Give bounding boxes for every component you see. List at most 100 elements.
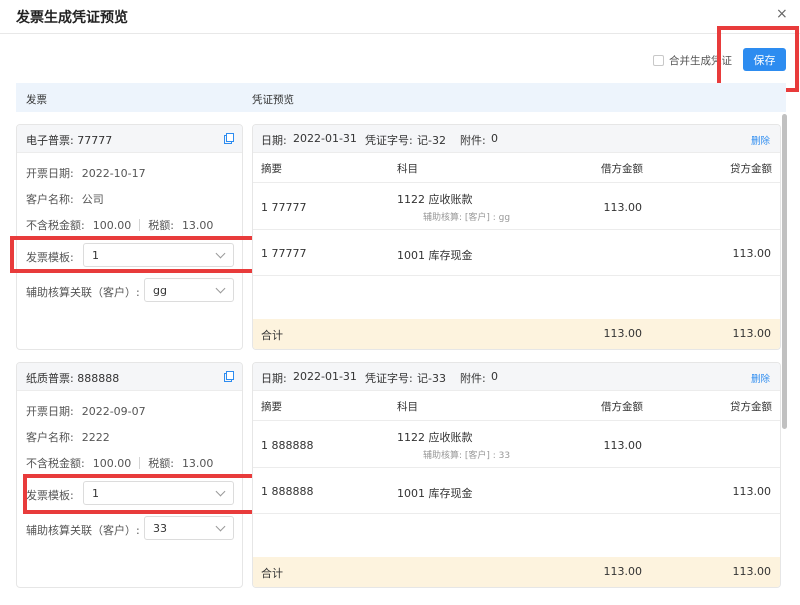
entry-subject: 1122 应收账款: [397, 193, 473, 206]
invoice-title: 纸质普票: 888888: [26, 372, 120, 385]
total-label: 合计: [261, 567, 283, 580]
entry-summary: 1 888888: [261, 439, 314, 452]
date-value: 2022-01-31: [293, 132, 357, 145]
tax-label: 税额:: [148, 457, 174, 470]
total-credit: 113.00: [732, 327, 772, 340]
entry-credit: 113.00: [732, 247, 772, 260]
divider: [253, 420, 780, 421]
scrollbar[interactable]: [782, 114, 787, 429]
copy-icon[interactable]: [224, 133, 234, 144]
voucher-preview-dialog: 发票生成凭证预览 × 合并生成凭证 保存 发票 凭证预览 电子普票: 77777…: [0, 0, 800, 605]
aux-link-select[interactable]: 33: [144, 516, 234, 540]
checkbox-icon[interactable]: [653, 55, 664, 66]
voucher-no-value: 记-33: [417, 372, 446, 385]
debit-header: 借方金额: [601, 163, 643, 175]
tax-value: 13.00: [181, 218, 214, 232]
issue-date-row: 开票日期: 2022-10-17: [26, 165, 146, 181]
entry-subject: 1122 应收账款: [397, 431, 473, 444]
summary-header: 摘要: [261, 401, 282, 413]
entry-debit: 113.00: [603, 439, 643, 452]
attachments-value: 0: [491, 370, 498, 383]
debit-header: 借方金额: [601, 401, 643, 413]
delete-link[interactable]: 删除: [751, 371, 770, 385]
summary-header: 摘要: [261, 163, 282, 175]
invoice-title: 电子普票: 77777: [26, 134, 113, 147]
divider: [253, 275, 780, 276]
voucher-header: 日期: 2022-01-31 凭证字号: 记-33 附件: 0 删除: [253, 363, 780, 391]
entry-credit: 113.00: [732, 485, 772, 498]
amount-label: 不含税金额:: [26, 457, 85, 470]
voucher-card: 日期: 2022-01-31 凭证字号: 记-32 附件: 0 删除 摘要 科目…: [252, 124, 781, 350]
attachments-value: 0: [491, 132, 498, 145]
issue-date-label: 开票日期:: [26, 405, 74, 418]
amount-value: 100.00: [92, 218, 132, 232]
column-header: 发票 凭证预览: [16, 83, 786, 112]
dialog-title: 发票生成凭证预览: [16, 10, 128, 26]
total-debit: 113.00: [603, 565, 643, 578]
divider: [139, 219, 141, 231]
customer-value: 公司: [81, 193, 104, 206]
total-credit: 113.00: [732, 565, 772, 578]
close-icon[interactable]: ×: [776, 6, 788, 22]
amount-label: 不含税金额:: [26, 219, 85, 232]
template-highlight-box: [10, 236, 259, 273]
issue-date-label: 开票日期:: [26, 167, 74, 180]
voucher-card: 日期: 2022-01-31 凭证字号: 记-33 附件: 0 删除 摘要 科目…: [252, 362, 781, 588]
divider: [139, 457, 141, 469]
aux-link-value: 33: [153, 522, 167, 535]
invoice-card-header: 电子普票: 77777: [17, 125, 242, 153]
entry-debit: 113.00: [603, 201, 643, 214]
aux-link-label: 辅助核算关联（客户）:: [26, 524, 140, 537]
aux-link-value: gg: [153, 284, 167, 297]
tax-value: 13.00: [181, 456, 214, 470]
aux-link-label: 辅助核算关联（客户）:: [26, 286, 140, 299]
total-row: 合计 113.00 113.00: [253, 319, 780, 349]
date-label: 日期:: [261, 134, 287, 147]
issue-date-value: 2022-09-07: [81, 404, 146, 418]
delete-link[interactable]: 删除: [751, 133, 770, 147]
copy-icon[interactable]: [224, 371, 234, 382]
divider: [253, 182, 780, 183]
amount-row: 不含税金额: 100.00 税额: 13.00: [26, 217, 213, 233]
chevron-down-icon: [215, 521, 226, 532]
credit-header: 贷方金额: [730, 163, 772, 175]
attachments-label: 附件:: [460, 134, 486, 147]
voucher-no-label: 凭证字号:: [365, 372, 413, 385]
entry-summary: 1 77777: [261, 247, 307, 260]
date-label: 日期:: [261, 372, 287, 385]
entry-subject: 1001 库存现金: [397, 487, 473, 500]
customer-row: 客户名称: 公司: [26, 191, 104, 207]
amount-row: 不含税金额: 100.00 税额: 13.00: [26, 455, 213, 471]
voucher-header: 日期: 2022-01-31 凭证字号: 记-32 附件: 0 删除: [253, 125, 780, 153]
entry-summary: 1 77777: [261, 201, 307, 214]
total-label: 合计: [261, 329, 283, 342]
tax-label: 税额:: [148, 219, 174, 232]
voucher-column-label: 凭证预览: [252, 94, 294, 106]
attachments-label: 附件:: [460, 372, 486, 385]
entry-aux: 辅助核算: [客户] : gg: [423, 213, 511, 223]
customer-label: 客户名称:: [26, 431, 74, 444]
credit-header: 贷方金额: [730, 401, 772, 413]
divider: [253, 467, 780, 468]
divider: [253, 229, 780, 230]
customer-label: 客户名称:: [26, 193, 74, 206]
chevron-down-icon: [215, 283, 226, 294]
entry-summary: 1 888888: [261, 485, 314, 498]
invoice-card-header: 纸质普票: 888888: [17, 363, 242, 391]
template-highlight-box: [23, 474, 260, 514]
total-debit: 113.00: [603, 327, 643, 340]
total-row: 合计 113.00 113.00: [253, 557, 780, 587]
customer-row: 客户名称: 2222: [26, 429, 110, 445]
date-value: 2022-01-31: [293, 370, 357, 383]
subject-header: 科目: [397, 401, 418, 413]
issue-date-row: 开票日期: 2022-09-07: [26, 403, 146, 419]
amount-value: 100.00: [92, 456, 132, 470]
customer-value: 2222: [81, 430, 110, 444]
aux-link-select[interactable]: gg: [144, 278, 234, 302]
voucher-no-value: 记-32: [417, 134, 446, 147]
divider: [253, 513, 780, 514]
issue-date-value: 2022-10-17: [81, 166, 146, 180]
entry-aux: 辅助核算: [客户] : 33: [423, 451, 511, 461]
invoice-column-label: 发票: [26, 94, 47, 106]
subject-header: 科目: [397, 163, 418, 175]
